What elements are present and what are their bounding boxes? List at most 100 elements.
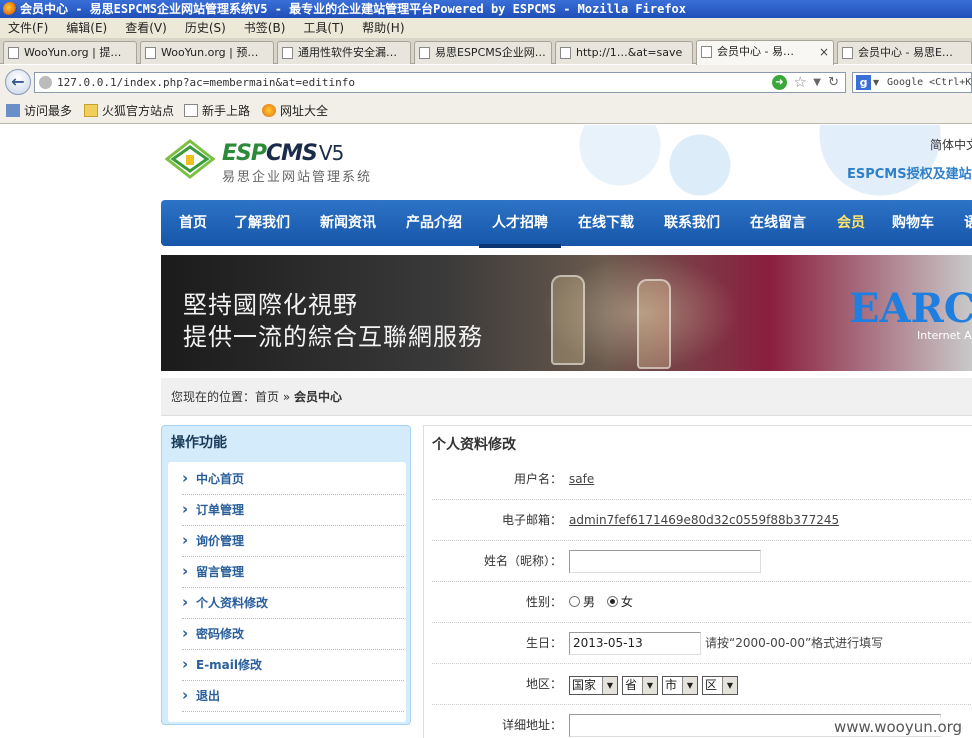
sidebar-item-password[interactable]: 密码修改 <box>182 618 404 650</box>
page-icon <box>419 47 430 59</box>
nav-downloads[interactable]: 在线下载 <box>578 200 634 246</box>
city-select[interactable]: 市 ▼ <box>662 676 698 695</box>
email-value[interactable]: admin7fef6171469e80d32c0559f88b377245 <box>569 500 839 541</box>
sidebar-item-home[interactable]: 中心首页 <box>182 463 404 495</box>
chevron-down-icon: ▼ <box>642 677 657 694</box>
sidebar-menu: 中心首页 订单管理 询价管理 留言管理 个人资料修改 密码修改 E-mail修改… <box>168 462 406 722</box>
champagne-glass-left <box>551 275 585 365</box>
birthday-input[interactable]: 2013-05-13 <box>569 632 701 655</box>
nav-cart[interactable]: 购物车 <box>892 200 934 246</box>
sidebar-item-messages[interactable]: 留言管理 <box>182 556 404 588</box>
bookmark-firefox-site[interactable]: 火狐官方站点 <box>82 102 174 120</box>
tab-wooyun-2[interactable]: WooYun.org | 预… <box>140 41 274 64</box>
nav-member[interactable]: 会员 <box>837 200 865 246</box>
menu-file[interactable]: 文件(F) <box>8 21 48 35</box>
window-titlebar: 会员中心 - 易思ESPCMS企业网站管理系统V5 - 最专业的企业建站管理平台… <box>0 0 972 18</box>
row-name: 姓名（昵称）： <box>432 541 972 582</box>
nav-language[interactable]: 语 <box>964 200 972 246</box>
breadcrumb: 您现在的位置：首页 » 会员中心 <box>161 378 972 416</box>
gender-options: 男 女 <box>569 582 633 623</box>
menu-help[interactable]: 帮助(H) <box>362 21 404 35</box>
nav-contact[interactable]: 联系我们 <box>664 200 720 246</box>
menu-view[interactable]: 查看(V) <box>125 21 167 35</box>
nav-news[interactable]: 新闻资讯 <box>320 200 376 246</box>
logo-text[interactable]: ESPCMS V5 <box>222 141 344 166</box>
page-icon <box>8 47 19 59</box>
birthday-hint: 请按“2000-00-00”格式进行填写 <box>705 636 884 650</box>
nav-message[interactable]: 在线留言 <box>750 200 806 246</box>
page-icon <box>560 47 571 59</box>
nav-jobs[interactable]: 人才招聘 <box>492 200 548 246</box>
language-link[interactable]: 简体中文 <box>930 136 972 153</box>
sidebar-item-orders[interactable]: 订单管理 <box>182 494 404 526</box>
nav-home[interactable]: 首页 <box>179 200 207 246</box>
espcms-logo-icon[interactable] <box>165 139 215 179</box>
sidebar-item-inquiry[interactable]: 询价管理 <box>182 525 404 557</box>
history-dropdown-icon[interactable]: ▼ <box>813 73 821 92</box>
main-nav: 首页 了解我们 新闻资讯 产品介绍 人才招聘 在线下载 联系我们 在线留言 会员… <box>161 200 972 246</box>
menu-bookmarks[interactable]: 书签(B) <box>244 21 286 35</box>
go-icon[interactable]: ➜ <box>772 75 787 90</box>
panel-title: 个人资料修改 <box>432 437 516 453</box>
search-input[interactable]: g ▼ Google <Ctrl+K> <box>852 72 972 93</box>
sidebar-item-profile[interactable]: 个人资料修改 <box>182 587 404 619</box>
folder-icon <box>84 104 98 117</box>
google-icon[interactable]: g <box>856 75 871 90</box>
sidebar-item-logout[interactable]: 退出 <box>182 680 404 712</box>
member-sidebar: 操作功能 中心首页 订单管理 询价管理 留言管理 个人资料修改 密码修改 E-m… <box>161 425 411 725</box>
reload-icon[interactable]: ↻ <box>828 73 839 92</box>
row-region: 地区： 国家 ▼ 省 ▼ 市 ▼ 区 ▼ <box>432 664 972 705</box>
bookmark-site-directory[interactable]: 网址大全 <box>260 102 328 120</box>
window-title: 会员中心 - 易思ESPCMS企业网站管理系统V5 - 最专业的企业建站管理平台… <box>20 2 687 16</box>
most-visited-icon <box>6 104 20 117</box>
tab-vuln[interactable]: 通用性软件安全漏… <box>277 41 411 64</box>
bookmarks-toolbar: 访问最多 火狐官方站点 新手上路 网址大全 <box>0 98 972 124</box>
nav-products[interactable]: 产品介绍 <box>406 200 462 246</box>
tab-espcms[interactable]: 易思ESPCMS企业网… <box>414 41 552 64</box>
bookmark-most-visited[interactable]: 访问最多 <box>4 102 72 120</box>
tab-save[interactable]: http://1…&at=save <box>555 41 693 64</box>
back-button[interactable]: ← <box>5 69 31 95</box>
name-input[interactable] <box>569 550 761 573</box>
row-birthday: 生日： 2013-05-13 请按“2000-00-00”格式进行填写 <box>432 623 972 664</box>
tab-wooyun-1[interactable]: WooYun.org | 提… <box>3 41 137 64</box>
sidebar-item-email[interactable]: E-mail修改 <box>182 649 404 681</box>
menu-edit[interactable]: 编辑(E) <box>66 21 107 35</box>
province-select[interactable]: 省 ▼ <box>622 676 658 695</box>
champagne-glass-right <box>637 279 671 369</box>
bookmark-star-icon[interactable]: ☆ <box>794 73 807 92</box>
menu-history[interactable]: 历史(S) <box>185 21 226 35</box>
firefox-icon <box>3 2 17 16</box>
country-select[interactable]: 国家 ▼ <box>569 676 618 695</box>
tab-member-active[interactable]: 会员中心 - 易… × <box>696 40 834 65</box>
chevron-down-icon: ▼ <box>682 677 697 694</box>
menu-tools[interactable]: 工具(T) <box>303 21 344 35</box>
license-link[interactable]: ESPCMS授权及建站咨询 <box>847 163 972 182</box>
chevron-down-icon[interactable]: ▼ <box>873 73 879 92</box>
row-email: 电子邮箱： admin7fef6171469e80d32c0559f88b377… <box>432 500 972 541</box>
page-icon <box>145 47 156 59</box>
district-select[interactable]: 区 ▼ <box>702 676 738 695</box>
page-icon <box>842 47 853 59</box>
tab-member-2[interactable]: 会员中心 - 易思E… <box>837 41 972 64</box>
site-identity-icon[interactable] <box>39 76 52 89</box>
username-value[interactable]: safe <box>569 459 594 500</box>
gender-female-radio[interactable] <box>606 596 618 607</box>
nav-active-indicator <box>479 244 561 248</box>
url-bar[interactable]: 127.0.0.1/index.php?ac=membermain&at=edi… <box>34 72 846 93</box>
sidebar-title: 操作功能 <box>171 435 227 451</box>
watermark: www.wooyun.org <box>834 718 963 736</box>
bookmark-getting-started[interactable]: 新手上路 <box>182 102 250 120</box>
tab-bar: WooYun.org | 提… WooYun.org | 预… 通用性软件安全漏… <box>0 38 972 65</box>
breadcrumb-current: 会员中心 <box>294 390 343 404</box>
menu-bar: 文件(F) 编辑(E) 查看(V) 历史(S) 书签(B) 工具(T) 帮助(H) <box>0 18 972 38</box>
web-page: ESPCMSV5 易思企业网站管理系统 简体中文 ESPCMS授权及建站咨询 首… <box>0 125 972 738</box>
breadcrumb-home[interactable]: 首页 <box>255 390 279 404</box>
banner-slogan-1: 堅持國際化視野 <box>183 291 358 319</box>
chevron-down-icon: ▼ <box>602 677 617 694</box>
nav-about[interactable]: 了解我们 <box>234 200 290 246</box>
banner-brand: EARC <box>849 285 972 332</box>
gender-male-radio[interactable] <box>569 596 580 607</box>
close-tab-icon[interactable]: × <box>819 41 829 63</box>
site-header <box>0 125 972 200</box>
